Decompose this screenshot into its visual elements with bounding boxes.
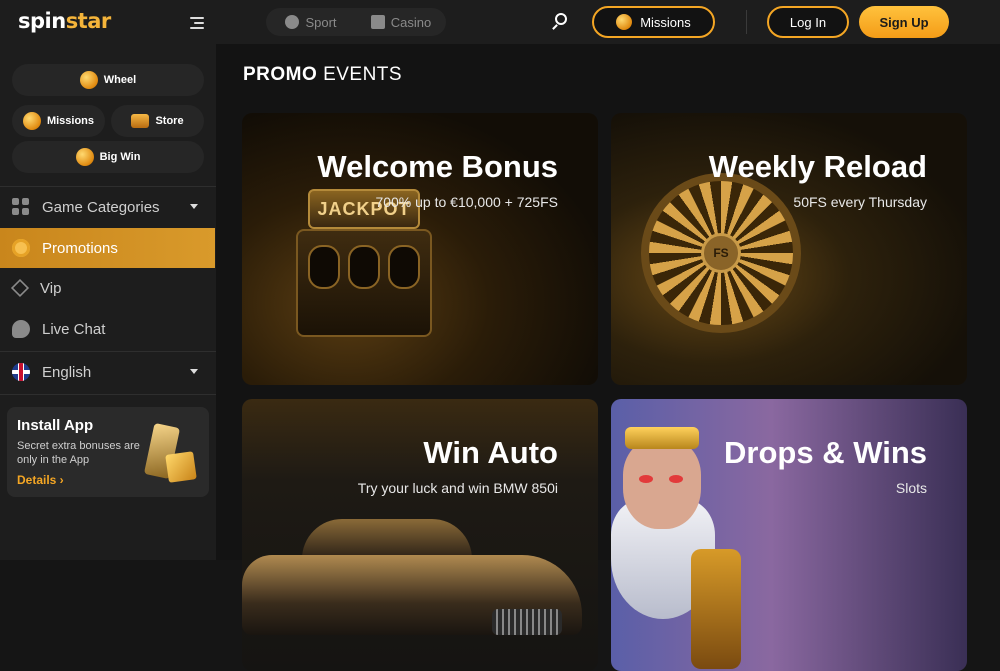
chevron-down-icon: [190, 369, 198, 374]
logo-spin-text: spin: [18, 9, 66, 33]
promo-card-weekly-reload[interactable]: FS Weekly Reload 50FS every Thursday: [611, 113, 967, 385]
promo-card-title: Weekly Reload: [708, 149, 927, 184]
grid-icon: [12, 198, 30, 216]
wheel-icon: [79, 71, 98, 89]
chevron-down-icon: [190, 204, 198, 209]
promo-card-subtitle: 700% up to €10,000 + 725FS: [375, 194, 558, 210]
wheel-button[interactable]: Wheel: [12, 64, 204, 96]
sport-casino-toggle: Sport Casino: [266, 8, 446, 36]
hamburger-menu-icon[interactable]: [188, 17, 204, 29]
zeus-illustration: [611, 409, 741, 671]
sidebar-item-game-categories[interactable]: Game Categories: [0, 187, 216, 227]
missions-quick-button[interactable]: Missions: [12, 105, 105, 137]
store-button[interactable]: Store: [111, 105, 204, 137]
sidebar-item-promotions[interactable]: Promotions: [0, 228, 215, 268]
top-header: spinstar Sport Casino Missions Log In Si…: [0, 0, 1000, 44]
promo-card-drops-wins[interactable]: Drops & Wins Slots: [611, 399, 967, 671]
promo-card-win-auto[interactable]: Win Auto Try your luck and win BMW 850i: [242, 399, 598, 671]
missions-quick-label: Missions: [46, 115, 95, 127]
treasure-chest-icon: [131, 114, 150, 128]
casino-tab-label: Casino: [390, 14, 432, 30]
fortune-wheel-illustration: FS: [641, 173, 801, 333]
soccer-ball-icon: [285, 15, 300, 29]
header-divider: [746, 10, 747, 34]
wheel-label: Wheel: [103, 74, 137, 86]
chat-icon: [12, 320, 30, 338]
promo-card-subtitle: Try your luck and win BMW 850i: [357, 480, 558, 496]
promo-card-subtitle: Slots: [895, 480, 927, 496]
slot-machine-icon: [370, 15, 385, 29]
language-selector[interactable]: English: [0, 352, 216, 392]
missions-button[interactable]: Missions: [592, 6, 715, 38]
login-button[interactable]: Log In: [767, 6, 849, 38]
sidebar-item-live-chat[interactable]: Live Chat: [0, 309, 216, 349]
site-logo[interactable]: spinstar: [18, 9, 111, 33]
uk-flag-icon: [12, 363, 30, 381]
sidebar-item-label: Vip: [40, 279, 62, 297]
promo-card-subtitle: 50FS every Thursday: [793, 194, 927, 210]
sidebar-item-label: Live Chat: [42, 320, 106, 338]
sport-tab-label: Sport: [305, 14, 337, 30]
casino-tab[interactable]: Casino: [356, 15, 446, 30]
store-label: Store: [155, 115, 184, 127]
gift-cube-icon: [165, 451, 197, 483]
big-win-button[interactable]: Big Win: [12, 141, 204, 173]
car-illustration: [242, 519, 582, 659]
missions-button-label: Missions: [640, 14, 691, 30]
big-win-label: Big Win: [99, 151, 141, 163]
install-app-text: Secret extra bonuses are only in the App: [17, 440, 140, 466]
sidebar-item-label: Promotions: [42, 239, 118, 257]
wheel-hub-label: FS: [701, 233, 741, 273]
sidebar: Wheel Missions Store Big Win Game Catego…: [0, 44, 216, 560]
logo-star-text: star: [65, 9, 112, 33]
sport-tab[interactable]: Sport: [266, 15, 356, 30]
language-label: English: [42, 363, 92, 381]
gear-icon: [12, 239, 30, 257]
sidebar-item-vip[interactable]: Vip: [0, 268, 216, 308]
promo-card-title: Drops & Wins: [724, 435, 927, 470]
sidebar-item-label: Game Categories: [42, 198, 160, 216]
page-title-bold: PROMO: [243, 64, 318, 85]
coin-icon: [616, 14, 633, 30]
missions-coin-icon: [22, 112, 41, 130]
diamond-icon: [10, 278, 30, 298]
big-win-icon: [75, 148, 94, 166]
search-icon[interactable]: [551, 12, 571, 32]
main-content: PROMO EVENTS JACKPOT Welcome Bonus 700% …: [216, 44, 1000, 671]
promo-card-title: Welcome Bonus: [317, 149, 558, 184]
page-title-light: EVENTS: [323, 64, 403, 85]
signup-button[interactable]: Sign Up: [859, 6, 949, 38]
page-title: PROMO EVENTS: [243, 64, 402, 86]
promo-card-welcome-bonus[interactable]: JACKPOT Welcome Bonus 700% up to €10,000…: [242, 113, 598, 385]
sidebar-divider: [0, 394, 216, 395]
install-app-banner[interactable]: Install App Secret extra bonuses are onl…: [7, 407, 209, 497]
promo-card-title: Win Auto: [423, 435, 558, 470]
